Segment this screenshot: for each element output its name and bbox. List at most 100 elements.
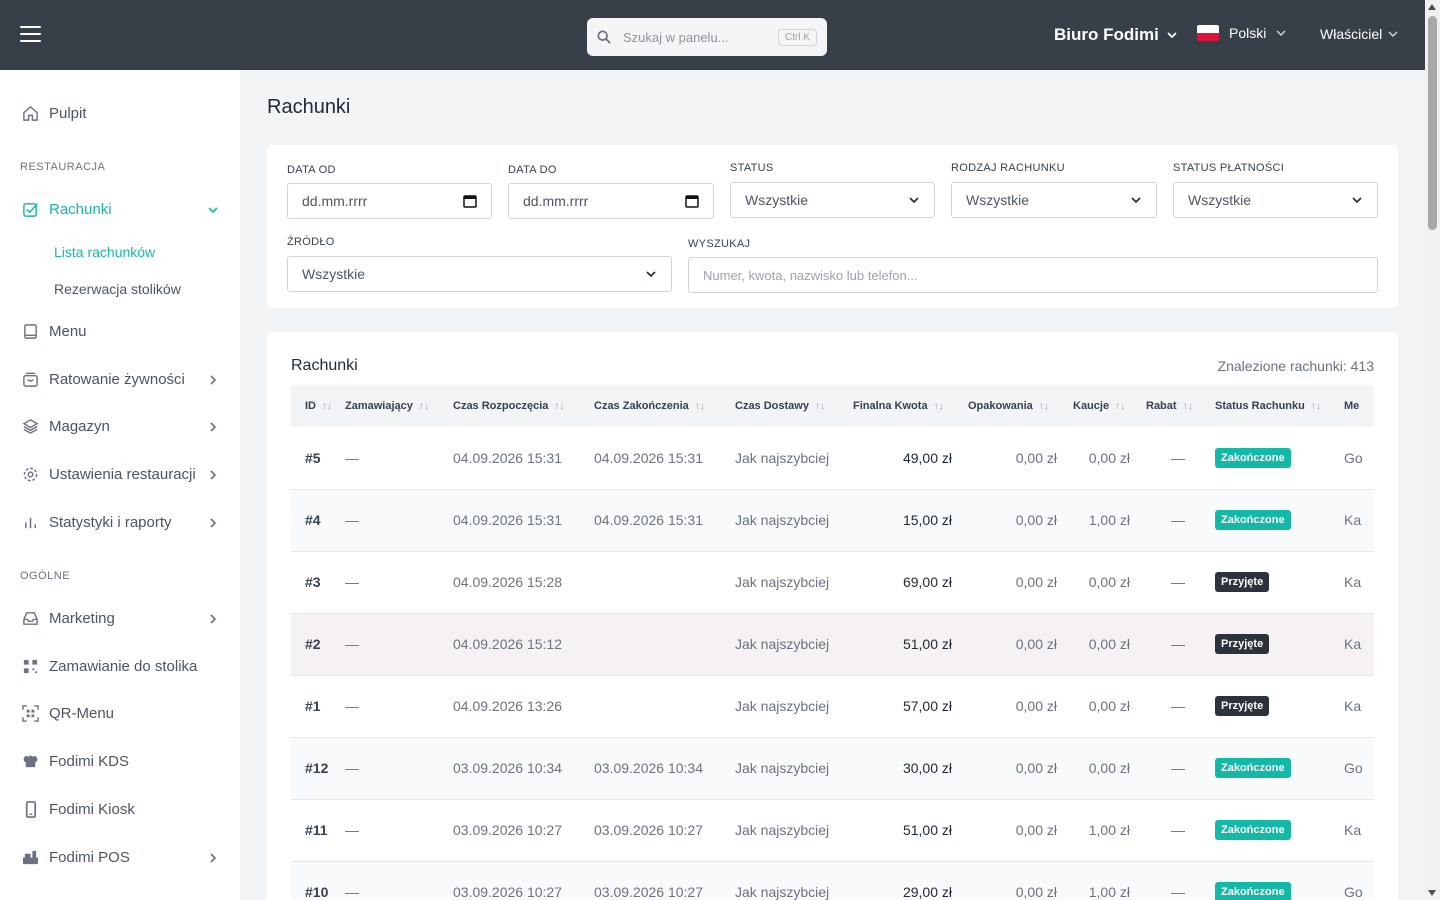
sidebar-item-pos[interactable]: Fodimi POS <box>22 849 218 866</box>
sidebar-item-restaurant-settings[interactable]: Ustawienia restauracji <box>22 466 218 483</box>
table-row[interactable]: #4—04.09.2026 15:31 04.09.2026 15:31 Jak n… <box>291 489 1374 552</box>
sort-icon[interactable]: ↑↓ <box>322 401 332 412</box>
cell-amount: 15,00 zł <box>853 489 968 552</box>
sidebar-item-menu[interactable]: Menu <box>22 323 218 340</box>
column-header-method[interactable]: Me <box>1344 385 1374 427</box>
cell-discount: — <box>1146 613 1215 676</box>
sidebar-item-bills[interactable]: Rachunki <box>22 201 218 218</box>
cell-discount: — <box>1146 799 1215 862</box>
chevron-down-icon <box>1388 31 1398 38</box>
cell-end <box>594 551 735 614</box>
column-header-id[interactable]: ID ↑↓ <box>291 385 345 427</box>
restaurant-switcher[interactable]: Biuro Fodimi <box>1054 25 1177 45</box>
qr-code-icon <box>23 659 38 674</box>
search-placeholder: Szukaj w panelu... <box>623 29 729 45</box>
column-header-deposit[interactable]: Kaucje ↑↓ <box>1073 385 1146 427</box>
scroll-up-arrow[interactable] <box>1428 4 1436 10</box>
chevron-down-icon <box>1352 197 1362 204</box>
cell-delivery: Jak najszybciej <box>735 489 853 552</box>
cell-status: Zakończone <box>1215 737 1344 800</box>
gear-icon <box>23 467 38 482</box>
column-header-amount[interactable]: Finalna Kwota ↑↓ <box>853 385 968 427</box>
sidebar-item-food-rescue[interactable]: Ratowanie żywności <box>22 371 218 388</box>
sort-icon[interactable]: ↑↓ <box>1183 401 1193 412</box>
source-select[interactable]: Wszystkie <box>287 256 672 292</box>
language-switcher[interactable]: Polski <box>1197 25 1286 41</box>
status-select[interactable]: Wszystkie <box>730 182 935 218</box>
sort-icon[interactable]: ↑↓ <box>554 401 564 412</box>
cell-id: #11 <box>291 799 345 862</box>
sidebar-subitem-table-reservation[interactable]: Rezerwacja stolików <box>54 281 181 297</box>
panel-search[interactable]: Szukaj w panelu... Ctrl K <box>587 18 827 56</box>
calendar-icon[interactable] <box>463 194 477 208</box>
date-to-input[interactable]: dd.mm.rrrr <box>508 183 714 219</box>
column-header-start[interactable]: Czas Rozpoczęcia ↑↓ <box>453 385 594 427</box>
status-select-value: Wszystkie <box>745 192 808 208</box>
bills-table: ID ↑↓ Zamawiający ↑↓ Czas Rozpoczęcia ↑↓ Czas … <box>291 385 1374 900</box>
bill-type-select[interactable]: Wszystkie <box>951 182 1157 218</box>
table-row[interactable]: #2—04.09.2026 15:12 Jak najszybciej 51,00 … <box>291 613 1374 676</box>
column-header-label: Opakowania <box>968 400 1033 412</box>
hamburger-menu-icon[interactable] <box>20 26 41 42</box>
sidebar-item-warehouse[interactable]: Magazyn <box>22 418 218 435</box>
table-row[interactable]: #11—03.09.2026 10:27 03.09.2026 10:27 Jak … <box>291 799 1374 862</box>
table-row[interactable]: #1—04.09.2026 13:26 Jak najszybciej 57,00 … <box>291 675 1374 738</box>
column-header-packaging[interactable]: Opakowania ↑↓ <box>968 385 1073 427</box>
cell-amount: 30,00 zł <box>853 737 968 800</box>
payment-status-select[interactable]: Wszystkie <box>1173 182 1378 218</box>
sort-icon[interactable]: ↑↓ <box>934 401 944 412</box>
sidebar-item-dashboard[interactable]: Pulpit <box>22 105 218 122</box>
table-scroll-area[interactable]: ID ↑↓ Zamawiający ↑↓ Czas Rozpoczęcia ↑↓ Czas … <box>291 385 1374 900</box>
cell-id: #3 <box>291 551 345 614</box>
sort-icon[interactable]: ↑↓ <box>695 401 705 412</box>
date-to-label: DATA DO <box>508 164 557 176</box>
sidebar-item-marketing[interactable]: Marketing <box>22 610 218 627</box>
cell-orderer: — <box>345 799 453 862</box>
sidebar-item-label: Zamawianie do stolika <box>49 658 198 675</box>
sort-icon[interactable]: ↑↓ <box>1115 401 1125 412</box>
language-label: Polski <box>1229 25 1267 41</box>
sidebar-item-kiosk[interactable]: Fodimi Kiosk <box>22 801 218 818</box>
cell-amount: 49,00 zł <box>853 427 968 490</box>
sidebar-item-label: Ratowanie żywności <box>49 371 185 388</box>
cell-deposit: 1,00 zł <box>1073 861 1146 900</box>
cell-start: 04.09.2026 15:28 <box>453 551 594 614</box>
cell-end: 04.09.2026 15:31 <box>594 427 735 490</box>
cell-end: 03.09.2026 10:27 <box>594 861 735 900</box>
sidebar-item-kds[interactable]: Fodimi KDS <box>22 753 218 770</box>
payment-status-label: STATUS PŁATNOŚCI <box>1173 162 1285 174</box>
table-row[interactable]: #12—03.09.2026 10:34 03.09.2026 10:34 Jak … <box>291 737 1374 800</box>
sort-icon[interactable]: ↑↓ <box>1039 401 1049 412</box>
user-menu[interactable]: Właściciel <box>1320 26 1398 42</box>
column-header-label: Kaucje <box>1073 400 1110 412</box>
sidebar-item-label: Statystyki i raporty <box>49 514 172 531</box>
column-header-orderer[interactable]: Zamawiający ↑↓ <box>345 385 453 427</box>
cell-end <box>594 613 735 676</box>
sidebar-item-table-ordering[interactable]: Zamawianie do stolika <box>22 658 218 675</box>
table-row[interactable]: #3—04.09.2026 15:28 Jak najszybciej 69,00 … <box>291 551 1374 614</box>
sort-icon[interactable]: ↑↓ <box>419 401 429 412</box>
sort-icon[interactable]: ↑↓ <box>1311 401 1321 412</box>
page-scrollbar[interactable] <box>1425 0 1440 900</box>
sidebar-subitem-bills-list[interactable]: Lista rachunków <box>54 244 155 260</box>
scroll-down-arrow[interactable] <box>1428 890 1436 896</box>
column-header-label: Rabat <box>1146 400 1177 412</box>
status-badge: Zakończone <box>1215 882 1291 900</box>
column-header-label: Zamawiający <box>345 400 413 412</box>
sidebar-item-statistics[interactable]: Statystyki i raporty <box>22 514 218 531</box>
scroll-thumb[interactable] <box>1428 16 1437 230</box>
calendar-icon[interactable] <box>685 194 699 208</box>
status-badge: Zakończone <box>1215 447 1291 468</box>
table-row[interactable]: #5—04.09.2026 15:31 04.09.2026 15:31 Jak n… <box>291 427 1374 490</box>
column-header-delivery[interactable]: Czas Dostawy ↑↓ <box>735 385 853 427</box>
table-row[interactable]: #10—03.09.2026 10:27 03.09.2026 10:27 Jak … <box>291 861 1374 900</box>
column-header-discount[interactable]: Rabat ↑↓ <box>1146 385 1215 427</box>
column-header-status[interactable]: Status Rachunku ↑↓ <box>1215 385 1344 427</box>
sidebar-item-qr-menu[interactable]: QR-Menu <box>22 705 218 722</box>
bills-search-input[interactable]: Numer, kwota, nazwisko lub telefon... <box>688 257 1378 293</box>
date-from-input[interactable]: dd.mm.rrrr <box>287 183 492 219</box>
cell-status: Zakończone <box>1215 489 1344 552</box>
sort-icon[interactable]: ↑↓ <box>815 401 825 412</box>
column-header-end[interactable]: Czas Zakończenia ↑↓ <box>594 385 735 427</box>
cell-end <box>594 675 735 738</box>
